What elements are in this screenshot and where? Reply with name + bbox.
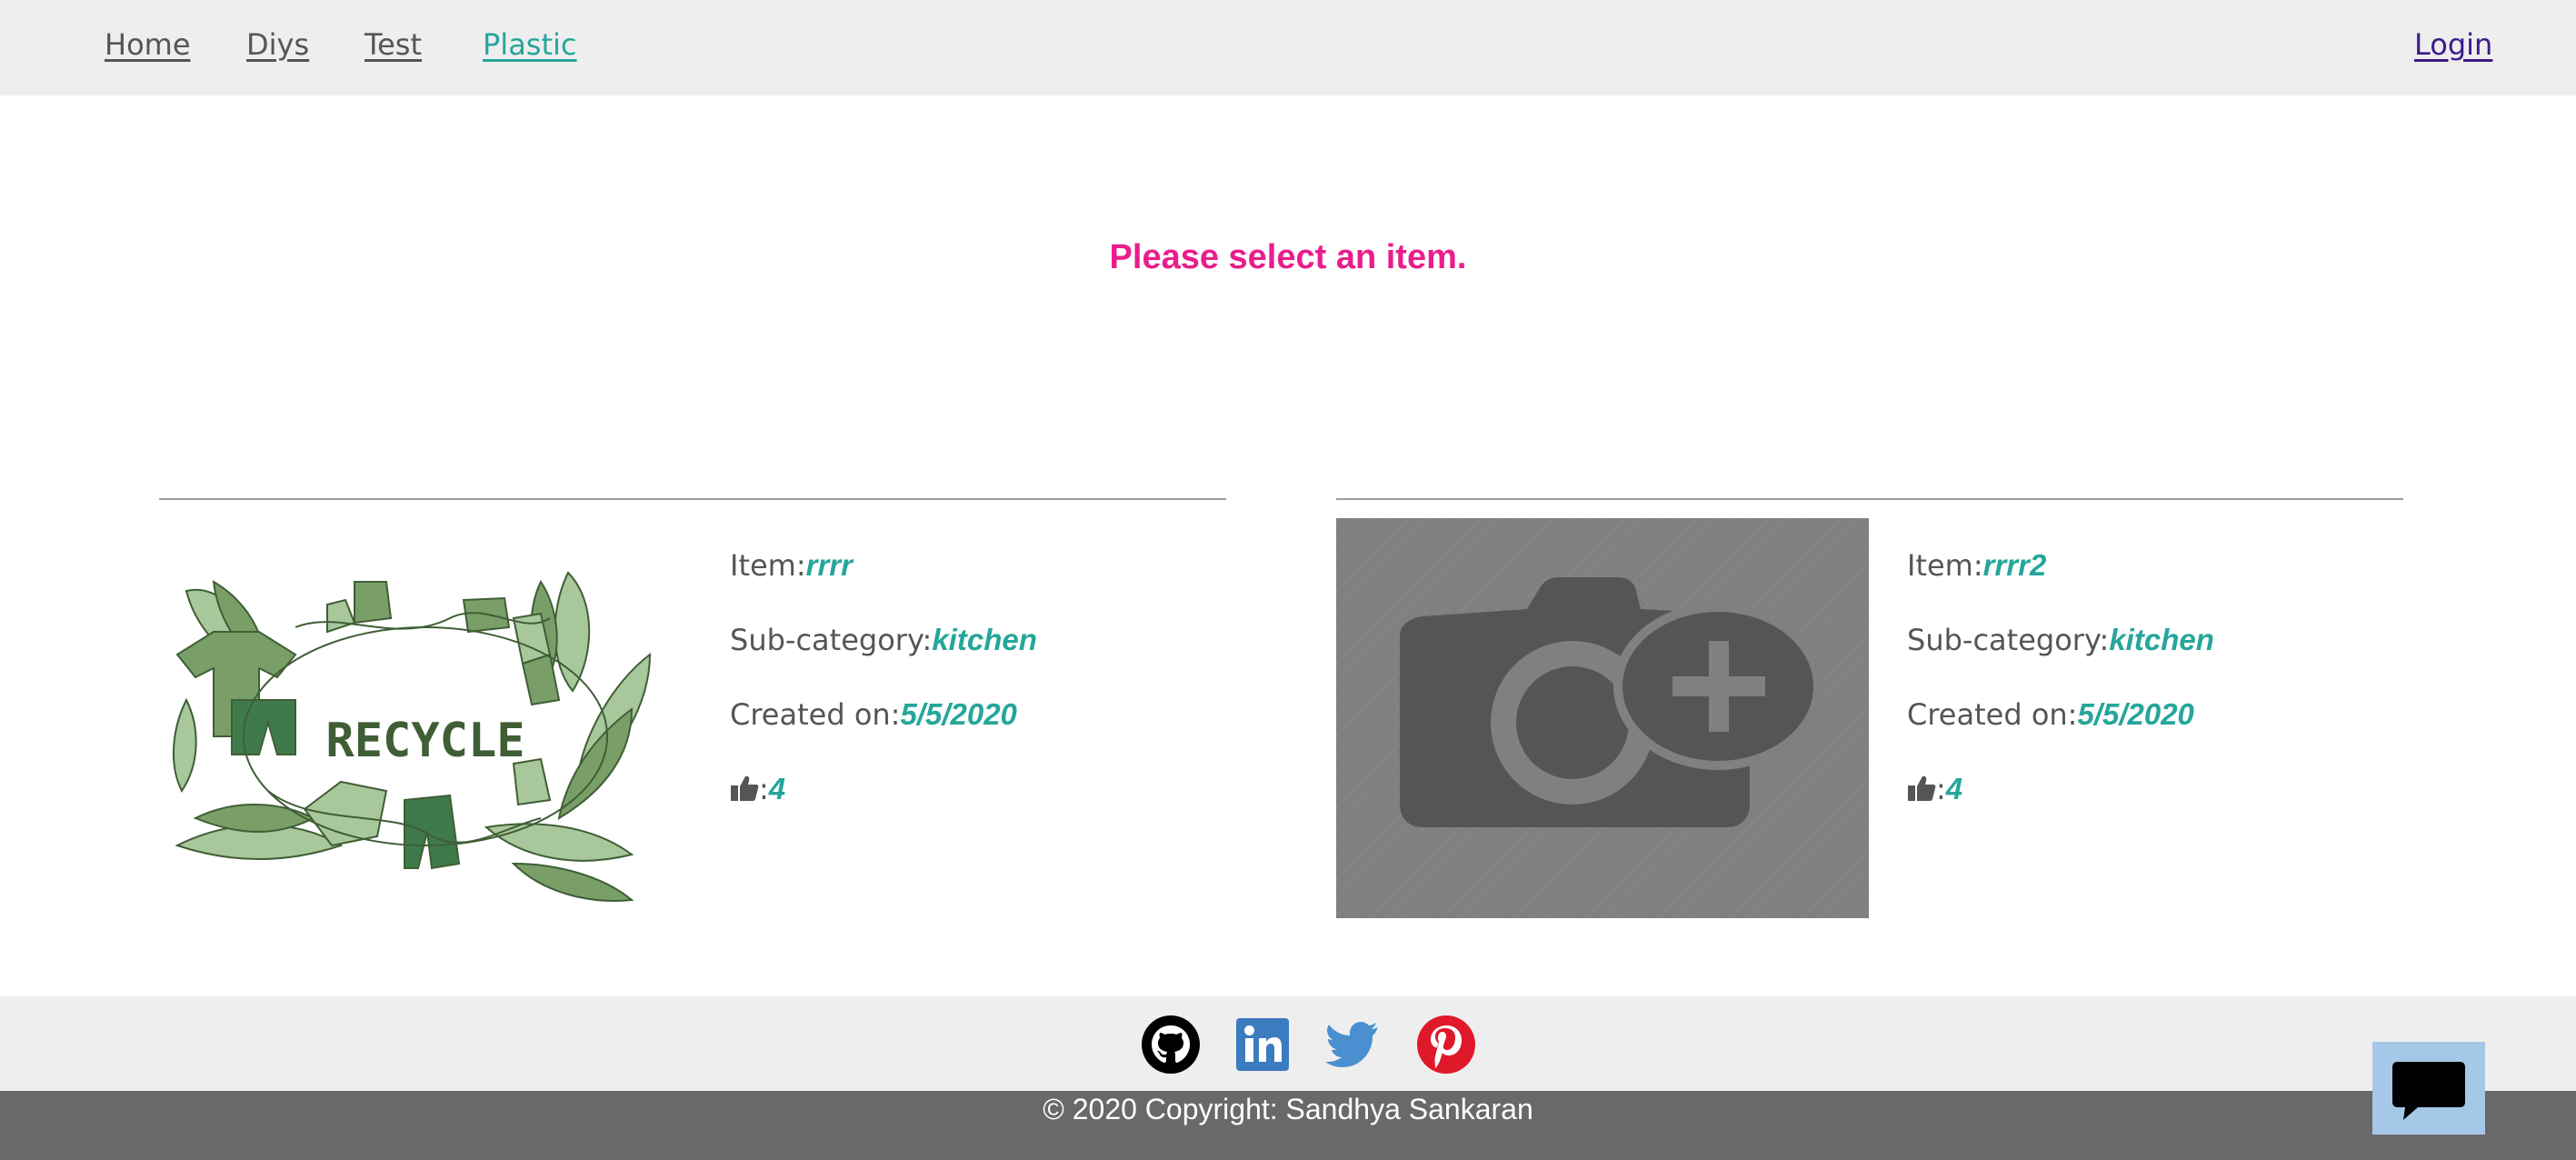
item-name: rrrr bbox=[805, 548, 853, 582]
created-label: Created on: bbox=[1907, 697, 2078, 732]
item-name: rrrr2 bbox=[1982, 548, 2047, 582]
nav-test-link[interactable]: Test bbox=[364, 27, 422, 62]
nav-diys-link[interactable]: Diys bbox=[246, 27, 309, 62]
likes-separator: : bbox=[1936, 772, 1946, 806]
item-image[interactable] bbox=[1336, 518, 1869, 918]
item-name-row: Item:rrrr bbox=[730, 548, 853, 594]
footer-social-bar bbox=[0, 996, 2576, 1091]
nav-home-link[interactable]: Home bbox=[105, 27, 191, 62]
thumbs-up-icon[interactable] bbox=[730, 774, 759, 803]
card-divider bbox=[1336, 498, 2403, 500]
item-card[interactable]: RECYCLE Item:rrrr Sub-category:kitchen C… bbox=[159, 498, 1226, 918]
item-label: Item: bbox=[1907, 548, 1983, 583]
likes-count: 4 bbox=[1945, 772, 1963, 805]
created-row: Created on:5/5/2020 bbox=[1907, 697, 2194, 743]
recycle-illustration: RECYCLE bbox=[173, 571, 652, 902]
recycle-text: RECYCLE bbox=[325, 714, 524, 768]
item-image[interactable]: RECYCLE bbox=[159, 518, 692, 918]
likes-row: :4 bbox=[1907, 772, 1962, 817]
likes-count: 4 bbox=[768, 772, 786, 805]
login-link[interactable]: Login bbox=[2414, 27, 2492, 62]
twitter-icon[interactable] bbox=[1323, 1015, 1383, 1075]
footer-copyright-bar: © 2020 Copyright: Sandhya Sankaran bbox=[0, 1091, 2576, 1160]
thumbs-up-icon[interactable] bbox=[1907, 774, 1936, 803]
created-label: Created on: bbox=[730, 697, 901, 732]
linkedin-icon[interactable] bbox=[1233, 1015, 1293, 1075]
subcategory-label: Sub-category: bbox=[730, 623, 933, 657]
nav-plastic-link[interactable]: Plastic bbox=[483, 27, 577, 62]
created-date: 5/5/2020 bbox=[2077, 697, 2194, 731]
subcategory-row: Sub-category:kitchen bbox=[730, 623, 1037, 668]
subcategory-value: kitchen bbox=[932, 623, 1037, 656]
card-divider bbox=[159, 498, 1226, 500]
chat-button[interactable] bbox=[2372, 1042, 2485, 1135]
pinterest-icon[interactable] bbox=[1416, 1015, 1476, 1075]
created-row: Created on:5/5/2020 bbox=[730, 697, 1017, 743]
likes-separator: : bbox=[759, 772, 769, 806]
chat-icon bbox=[2392, 1062, 2465, 1120]
subcategory-row: Sub-category:kitchen bbox=[1907, 623, 2214, 668]
created-date: 5/5/2020 bbox=[900, 697, 1017, 731]
item-name-row: Item:rrrr2 bbox=[1907, 548, 2046, 594]
subcategory-label: Sub-category: bbox=[1907, 623, 2110, 657]
select-item-message: Please select an item. bbox=[1109, 238, 1467, 276]
item-card[interactable]: Item:rrrr2 Sub-category:kitchen Created … bbox=[1336, 498, 2403, 918]
item-label: Item: bbox=[730, 548, 806, 583]
add-photo-placeholder-icon bbox=[1336, 518, 1869, 918]
navbar: Home Diys Test Plastic Login bbox=[0, 0, 2576, 95]
copyright-text: © 2020 Copyright: Sandhya Sankaran bbox=[1043, 1093, 1533, 1125]
github-icon[interactable] bbox=[1141, 1015, 1201, 1075]
subcategory-value: kitchen bbox=[2109, 623, 2214, 656]
likes-row: :4 bbox=[730, 772, 785, 817]
